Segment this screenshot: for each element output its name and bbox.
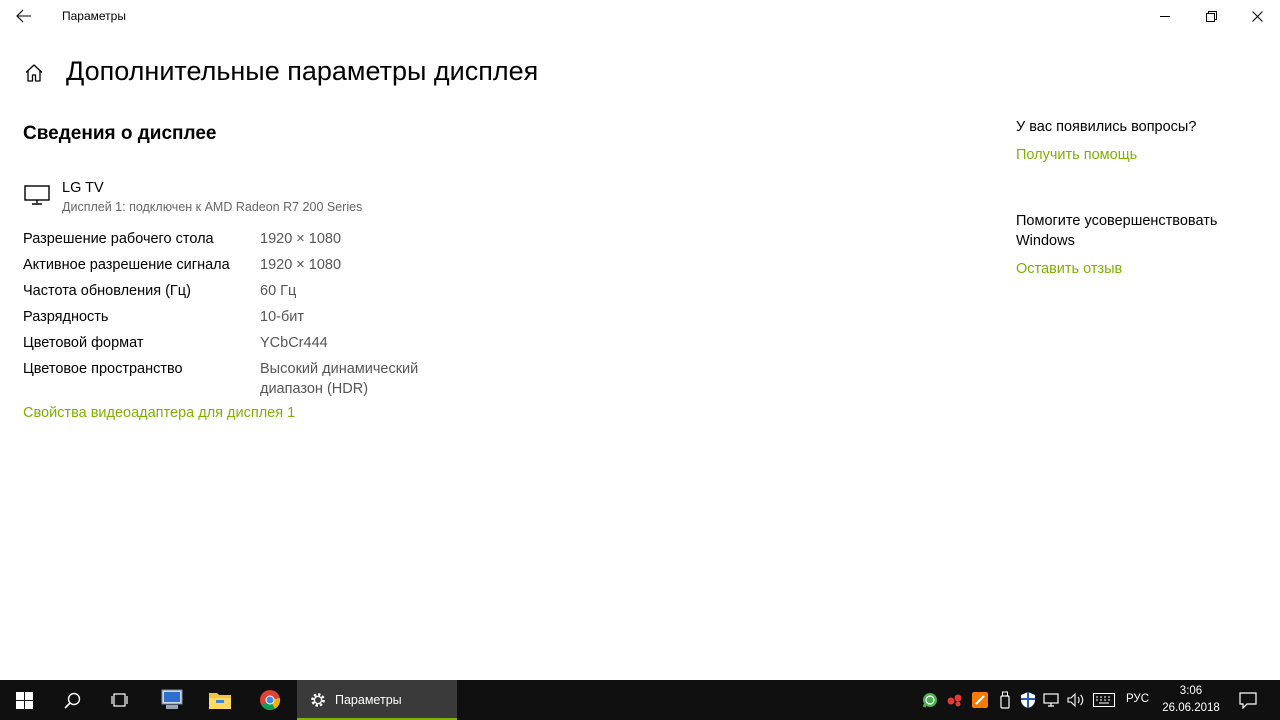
clock-time: 3:06 bbox=[1179, 685, 1203, 697]
computer-network-icon bbox=[161, 689, 183, 709]
restore-button[interactable] bbox=[1188, 0, 1234, 32]
tray-network[interactable] bbox=[1042, 690, 1062, 710]
task-view-icon bbox=[111, 693, 128, 707]
dots-cluster-icon bbox=[947, 694, 962, 707]
folder-icon bbox=[209, 693, 231, 709]
usb-drive-icon bbox=[1000, 691, 1010, 709]
page-title: Дополнительные параметры дисплея bbox=[66, 56, 539, 86]
title-bar: Параметры bbox=[0, 0, 1280, 32]
chrome-icon bbox=[260, 690, 281, 711]
property-value: 1920 × 1080 bbox=[260, 257, 342, 273]
minimize-icon bbox=[1160, 16, 1170, 17]
keyboard-icon bbox=[1093, 693, 1115, 707]
property-value: 10-бит bbox=[260, 309, 305, 325]
window-title: Параметры bbox=[62, 9, 126, 23]
property-row: Частота обновления (Гц) 60 Гц bbox=[23, 281, 463, 307]
arrow-left-icon bbox=[16, 9, 31, 23]
speaker-icon bbox=[1067, 692, 1084, 708]
windows-logo-icon bbox=[15, 691, 33, 709]
property-label: Разрядность bbox=[23, 309, 109, 325]
minimize-button[interactable] bbox=[1142, 0, 1188, 32]
notification-icon bbox=[1239, 692, 1257, 709]
search-button[interactable] bbox=[48, 680, 96, 720]
clock[interactable]: 3:06 26.06.2018 bbox=[1156, 683, 1226, 717]
taskbar-app-explorer[interactable] bbox=[196, 680, 244, 720]
input-language[interactable]: РУС bbox=[1126, 693, 1149, 705]
property-value: 60 Гц bbox=[260, 283, 297, 299]
tray-touch-keyboard[interactable] bbox=[1092, 690, 1116, 710]
help-aside: У вас появились вопросы? Получить помощь… bbox=[1016, 117, 1256, 279]
gear-icon bbox=[311, 693, 325, 707]
shield-icon bbox=[1021, 692, 1035, 708]
property-row: Активное разрешение сигнала 1920 × 1080 bbox=[23, 255, 463, 281]
section-title: Сведения о дисплее bbox=[23, 123, 217, 144]
questions-heading: У вас появились вопросы? bbox=[1016, 119, 1197, 135]
tray-volume[interactable] bbox=[1066, 690, 1086, 710]
get-help-link[interactable]: Получить помощь bbox=[1016, 145, 1137, 165]
close-button[interactable] bbox=[1234, 0, 1280, 32]
restore-icon bbox=[1205, 10, 1217, 22]
orange-app-icon bbox=[972, 692, 988, 708]
property-row: Цветовой формат YCbCr444 bbox=[23, 333, 463, 359]
close-icon bbox=[1251, 10, 1263, 22]
tray-security[interactable] bbox=[1018, 690, 1038, 710]
property-row: Цветовое пространство Высокий динамическ… bbox=[23, 359, 463, 399]
display-connection: Дисплей 1: подключен к AMD Radeon R7 200… bbox=[62, 200, 363, 214]
property-row: Разрядность 10-бит bbox=[23, 307, 463, 333]
taskbar: Параметры bbox=[0, 680, 1280, 720]
back-button[interactable] bbox=[0, 0, 48, 32]
home-icon bbox=[25, 64, 43, 82]
start-button[interactable] bbox=[0, 680, 48, 720]
network-icon bbox=[1043, 693, 1059, 707]
property-label: Разрешение рабочего стола bbox=[23, 231, 214, 247]
clock-date: 26.06.2018 bbox=[1162, 702, 1220, 714]
property-label: Цветовое пространство bbox=[23, 361, 183, 377]
tray-usb[interactable] bbox=[995, 690, 1015, 710]
taskbar-app-chrome[interactable] bbox=[246, 680, 294, 720]
property-label: Цветовой формат bbox=[23, 335, 144, 351]
property-value: 1920 × 1080 bbox=[260, 231, 342, 247]
tray-whatsapp[interactable] bbox=[920, 690, 940, 710]
property-value: YCbCr444 bbox=[260, 335, 328, 351]
tray-app-red[interactable] bbox=[945, 690, 965, 710]
adapter-properties-link[interactable]: Свойства видеоадаптера для дисплея 1 bbox=[23, 405, 295, 421]
property-label: Активное разрешение сигнала bbox=[23, 257, 230, 273]
tray-app-orange[interactable] bbox=[970, 690, 990, 710]
task-view-button[interactable] bbox=[96, 680, 144, 720]
home-button[interactable] bbox=[22, 60, 46, 86]
property-value: Высокий динамический диапазон (HDR) bbox=[260, 361, 419, 397]
taskbar-app-network[interactable] bbox=[148, 680, 196, 720]
taskbar-app-label: Параметры bbox=[335, 693, 402, 707]
feedback-link[interactable]: Оставить отзыв bbox=[1016, 259, 1122, 279]
display-name: LG TV bbox=[62, 180, 104, 196]
window-controls bbox=[1142, 0, 1280, 32]
action-center-button[interactable] bbox=[1228, 680, 1268, 720]
monitor-icon bbox=[24, 185, 50, 205]
chat-bubble-icon bbox=[922, 693, 937, 708]
property-label: Частота обновления (Гц) bbox=[23, 283, 191, 299]
display-properties: Разрешение рабочего стола 1920 × 1080 Ак… bbox=[23, 229, 463, 399]
search-icon bbox=[63, 692, 80, 709]
improve-heading: Помогите усовершенствовать Windows bbox=[1016, 213, 1218, 249]
property-row: Разрешение рабочего стола 1920 × 1080 bbox=[23, 229, 463, 255]
taskbar-app-settings[interactable]: Параметры bbox=[297, 680, 457, 720]
